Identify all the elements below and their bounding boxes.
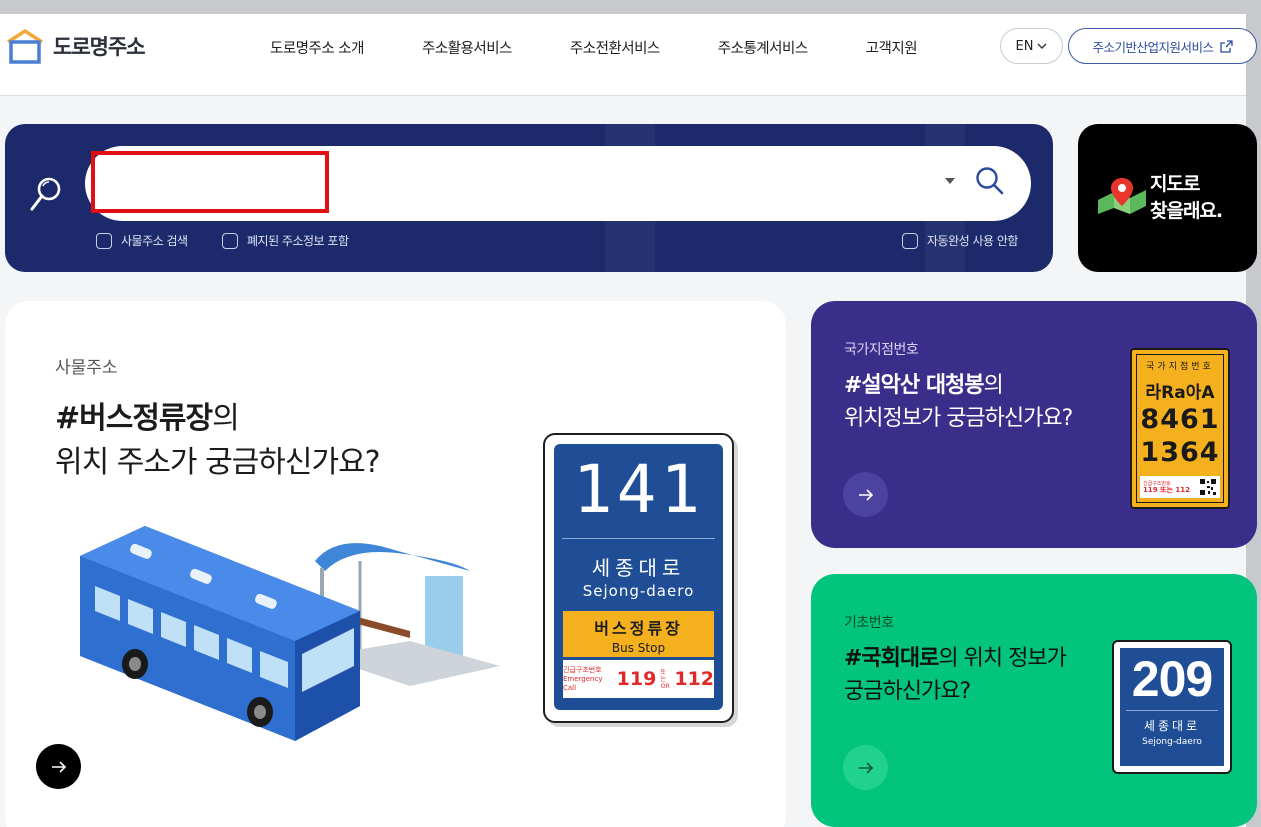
plate-footer-text: 긴급구조번호 119 또는 112 [1143,481,1190,494]
option-include-abolished[interactable]: 폐지된 주소정보 포함 [222,232,349,249]
arrow-right-icon [858,488,873,501]
site-logo[interactable]: 도로명주소 [5,28,146,64]
card-tag: 국가지점번호 [844,342,919,358]
card-title-line2: 위치 주소가 궁금하신가요? [55,445,381,480]
sign-stop-en: Bus Stop [611,641,666,655]
card-title-suffix: 의 [212,401,240,436]
external-service-label: 주소기반산업지원서비스 [1092,39,1214,55]
sign-emergency-label: 긴급구조번호 Emergency Call [563,666,613,693]
object-address-card[interactable]: 사물주소 #버스정류장의 위치 주소가 궁금하신가요? 141 세종대로 Sej… [5,301,786,827]
base-number-sign: 209 세종대로 Sejong-daero [1112,640,1232,774]
bus-stop-sign: 141 세종대로 Sejong-daero 버스정류장 Bus Stop 긴급구… [543,433,734,723]
plate-inner: 국가지점번호 라Ra아A 8461 1364 긴급구조번호 119 또는 112 [1136,354,1224,503]
sign-stop-box: 버스정류장 Bus Stop [563,611,714,657]
main-nav: 도로명주소 소개 주소활용서비스 주소전환서비스 주소통계서비스 고객지원 [270,37,975,58]
sign-panel: 209 세종대로 Sejong-daero [1120,648,1224,766]
search-panel: 사물주소 검색 폐지된 주소정보 포함 자동완성 사용 안함 [5,124,1053,272]
logo-text: 도로명주소 [53,35,146,59]
card-title: #버스정류장의 위치 주소가 궁금하신가요? [55,397,381,485]
card-title: #설악산 대청봉의 위치정보가 궁금하신가요? [844,369,1073,435]
sign-emergency-en: Emergency Call [563,674,603,692]
plate-footer-num: 119 또는 112 [1143,486,1190,494]
plate-row1: 라Ra아A [1145,383,1215,403]
card-title-suffix: 의 위치 정보가 [938,646,1066,671]
card-title-highlight: #버스정류장 [55,401,213,436]
magnifier-icon [30,177,61,211]
house-logo-icon [7,29,43,64]
card-title-highlight: #국회대로 [844,646,939,671]
arrow-right-icon [51,760,66,773]
chevron-down-icon [1037,43,1047,49]
card-title-line2: 궁금하신가요? [844,679,971,704]
plate-footer: 긴급구조번호 119 또는 112 [1140,476,1220,498]
checkbox[interactable] [902,232,918,249]
sign-road-ko: 세종대로 [1143,719,1201,733]
card-title-highlight: #설악산 대청봉 [844,373,985,398]
checkbox[interactable] [222,232,238,249]
plate-row2: 8461 [1140,404,1220,435]
national-point-card[interactable]: 국가지점번호 #설악산 대청봉의 위치정보가 궁금하신가요? 국가지점번호 라R… [811,301,1257,548]
national-point-arrow-button[interactable] [843,472,888,517]
sign-divider [562,538,715,539]
checkbox[interactable] [96,232,112,249]
sign-road-en: Sejong-daero [1142,737,1202,747]
qr-code-icon [1199,478,1217,496]
option-label: 폐지된 주소정보 포함 [247,234,349,248]
map-pin-icon [1098,178,1146,214]
page: 도로명주소 도로명주소 소개 주소활용서비스 주소전환서비스 주소통계서비스 고… [0,14,1257,827]
nav-item-conversion[interactable]: 주소전환서비스 [570,37,660,58]
sign-emergency-box: 긴급구조번호 Emergency Call 119 또는 OR 112 [563,660,714,698]
sign-road-en: Sejong-daero [582,582,695,600]
map-card-line1: 지도로 [1150,173,1200,195]
nav-item-utilization[interactable]: 주소활용서비스 [422,37,512,58]
language-selector[interactable]: EN [1000,28,1063,64]
sign-panel: 141 세종대로 Sejong-daero 버스정류장 Bus Stop 긴급구… [554,444,723,710]
external-service-button[interactable]: 주소기반산업지원서비스 [1068,28,1257,64]
nav-item-statistics[interactable]: 주소통계서비스 [718,37,808,58]
site-header: 도로명주소 도로명주소 소개 주소활용서비스 주소전환서비스 주소통계서비스 고… [0,14,1257,96]
sign-stop-ko: 버스정류장 [594,619,683,638]
card-title: #국회대로의 위치 정보가 궁금하신가요? [844,642,1067,708]
option-autocomplete-off[interactable]: 자동완성 사용 안함 [902,232,1018,249]
national-point-plate: 국가지점번호 라Ra아A 8461 1364 긴급구조번호 119 또는 112 [1130,348,1230,509]
sign-num-119: 119 [616,668,657,690]
object-address-arrow-button[interactable] [36,744,81,789]
option-label: 사물주소 검색 [121,234,188,248]
card-tag: 기초번호 [844,615,894,631]
caret-down-icon[interactable] [945,178,955,184]
map-search-card[interactable]: 지도로 찾을래요. [1078,124,1257,272]
search-box [85,146,1031,221]
plate-row3: 1364 [1140,437,1220,468]
arrow-right-icon [858,761,873,774]
plate-header: 국가지점번호 [1146,362,1214,372]
nav-item-support[interactable]: 고객지원 [866,37,918,58]
card-title-line2: 위치정보가 궁금하신가요? [844,406,1073,431]
sign-or: 또는 OR [660,669,670,690]
bus-stop-illustration [80,526,500,741]
address-search-input[interactable] [105,156,925,211]
nav-item-intro[interactable]: 도로명주소 소개 [270,37,365,58]
sign-num-112: 112 [674,668,714,690]
external-link-icon [1219,39,1233,53]
card-title-suffix: 의 [983,373,1004,398]
sign-number: 141 [572,451,705,528]
base-number-card[interactable]: 기초번호 #국회대로의 위치 정보가 궁금하신가요? 209 세종대로 Sejo… [811,574,1257,827]
sign-or-ko: 또는 [660,668,666,683]
sign-road-ko: 세종대로 [591,556,686,580]
search-button[interactable] [975,166,1005,198]
map-card-text: 지도로 찾을래요. [1150,171,1223,225]
option-label: 자동완성 사용 안함 [927,234,1018,248]
sign-or-en: OR [660,682,670,690]
card-tag: 사물주소 [55,358,118,378]
sign-number: 209 [1131,651,1213,707]
option-object-address[interactable]: 사물주소 검색 [96,232,188,249]
base-number-arrow-button[interactable] [843,745,888,790]
map-card-line2: 찾을래요. [1150,200,1223,222]
language-label: EN [1015,38,1034,54]
sign-emergency-ko: 긴급구조번호 [563,665,602,674]
